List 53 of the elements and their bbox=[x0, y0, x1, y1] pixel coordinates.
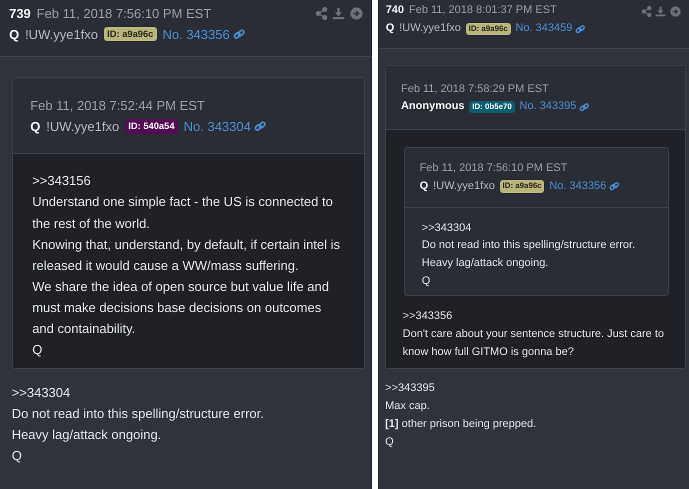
post-text: Do not read into this spelling/structure error. bbox=[12, 404, 265, 423]
post-date: Feb 11, 2018 8:01:37 PM EST bbox=[408, 3, 557, 18]
post-text: Q bbox=[385, 434, 395, 450]
post-text: Don't care about your sentence structure. Just care to know how full GITMO is gonna be? bbox=[402, 327, 665, 360]
post-date: Feb 11, 2018 7:56:10 PM EST bbox=[420, 160, 568, 176]
author-name: Q bbox=[386, 21, 394, 36]
author-name: Q bbox=[9, 26, 20, 44]
post-date: Feb 11, 2018 7:56:10 PM EST bbox=[36, 4, 212, 23]
share-icon[interactable] bbox=[314, 6, 328, 20]
post-text: Heavy lag/attack ongoing. bbox=[12, 426, 162, 444]
tripcode: !UW.yye1fxo bbox=[25, 26, 98, 44]
link-icon bbox=[579, 102, 590, 112]
arrow-circle-icon[interactable] bbox=[670, 6, 682, 17]
post-text: Q bbox=[32, 340, 44, 359]
post-index: 740 bbox=[386, 3, 404, 18]
post-text: Q bbox=[422, 274, 432, 290]
tripcode: !UW.yye1fxo bbox=[399, 21, 461, 36]
post-number-link[interactable]: No. 343356 bbox=[549, 178, 620, 196]
id-badge: ID: 540a54 bbox=[125, 119, 178, 134]
link-icon bbox=[575, 24, 586, 34]
post-number-link[interactable]: No. 343356 bbox=[162, 24, 246, 45]
arrow-circle-icon[interactable] bbox=[350, 6, 363, 20]
author-name: Anonymous bbox=[400, 99, 465, 114]
post-text: >>343304 bbox=[422, 220, 472, 236]
post-text: Knowing that, understand, by default, if certain intel is released it would cause a WW/mass suffering. bbox=[32, 236, 342, 275]
post-text: Heavy lag/attack ongoing. bbox=[422, 256, 550, 272]
download-icon[interactable] bbox=[655, 6, 666, 17]
post-text: >>343156 bbox=[32, 172, 92, 190]
post-text: >>343356 bbox=[402, 309, 454, 324]
author-name: Q bbox=[420, 178, 428, 194]
post-number-link[interactable]: No. 343395 bbox=[520, 98, 590, 116]
post-text: Q bbox=[12, 446, 23, 465]
post-date: Feb 11, 2018 7:52:44 PM EST bbox=[30, 96, 205, 115]
link-icon bbox=[232, 28, 246, 40]
post-number-link[interactable]: No. 343459 bbox=[515, 20, 586, 38]
post-text: Understand one simple fact - the US is connected to the rest of the world. bbox=[32, 193, 334, 233]
author-name: Q bbox=[30, 118, 40, 136]
link-icon bbox=[609, 181, 620, 192]
link-icon bbox=[254, 120, 266, 133]
download-icon[interactable] bbox=[332, 6, 346, 20]
tripcode: !UW.yye1fxo bbox=[46, 118, 120, 136]
post-text: [1] other prison being prepped. bbox=[385, 417, 538, 432]
post-text: Max cap. bbox=[385, 399, 431, 414]
post-text: We share the idea of open source but value life and must make decisions base decisions on outcomes and containability. bbox=[32, 278, 330, 338]
tripcode: !UW.yye1fxo bbox=[433, 178, 495, 194]
post-index: 739 bbox=[9, 4, 31, 23]
post-date: Feb 11, 2018 7:58:29 PM EST bbox=[400, 82, 549, 96]
id-badge: ID: a9a96c bbox=[104, 26, 157, 42]
post-text: >>343304 bbox=[12, 384, 72, 402]
post-text: Do not read into this spelling/structure error. bbox=[422, 238, 636, 254]
post-number-link[interactable]: No. 343304 bbox=[184, 116, 266, 137]
share-icon[interactable] bbox=[640, 6, 652, 17]
post-text: >>343395 bbox=[385, 381, 436, 396]
